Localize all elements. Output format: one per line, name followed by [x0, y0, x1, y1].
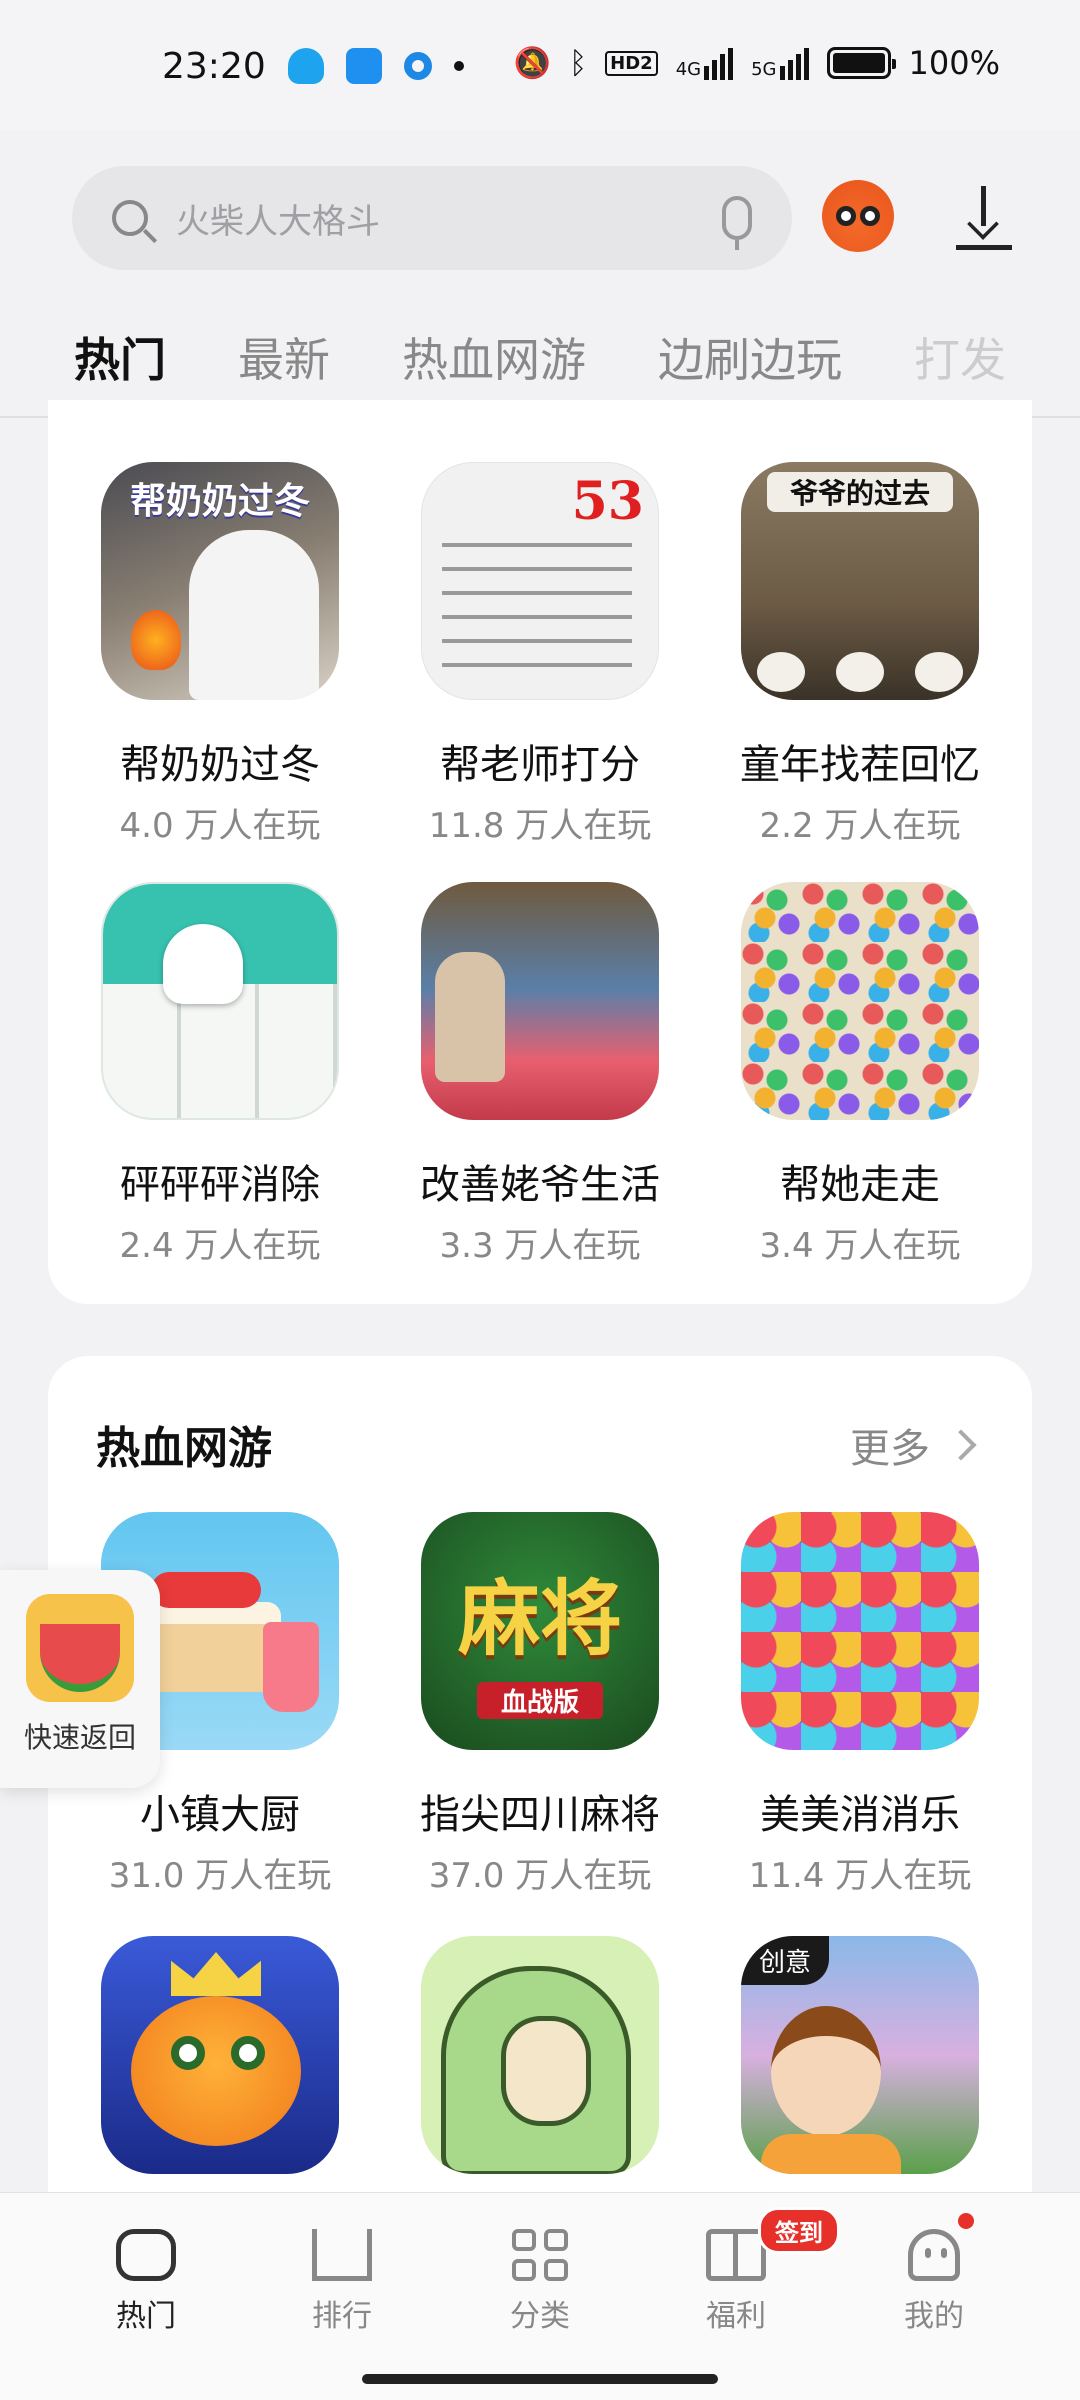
- watermelon-icon: [26, 1594, 134, 1702]
- play-count: 11.4 万人在玩: [748, 1856, 972, 1896]
- status-time: 23:20: [162, 46, 266, 87]
- game-item[interactable]: 麻将 血战版 指尖四川麻将 37.0 万人在玩: [380, 1512, 700, 1897]
- mahjong-icon: 麻将 血战版: [421, 1512, 659, 1750]
- game-name: 改善姥爷生活: [420, 1162, 660, 1208]
- nav-hot[interactable]: 热门: [76, 2229, 216, 2335]
- battery-percent: 100%: [908, 44, 1000, 82]
- play-count: 4.0 万人在玩: [119, 806, 321, 846]
- childhood-icon: 爷爷的过去: [741, 462, 979, 700]
- nav-mine[interactable]: 我的: [864, 2229, 1004, 2335]
- grandpa-life-icon: [421, 882, 659, 1120]
- browser-icon: [346, 48, 382, 84]
- qq-icon: [288, 48, 324, 84]
- game-item[interactable]: 帮奶奶过冬 帮奶奶过冬 4.0 万人在玩: [60, 462, 380, 847]
- ghost-icon: [908, 2229, 960, 2281]
- game-item[interactable]: 创意: [700, 1936, 1020, 2206]
- play-count: 11.8 万人在玩: [428, 806, 652, 846]
- play-count: 31.0 万人在玩: [108, 1856, 332, 1896]
- game-grid-card: 帮奶奶过冬 帮奶奶过冬 4.0 万人在玩 53 帮老师打分 11.8 万人在玩 …: [48, 400, 1032, 1304]
- crown-icon: [312, 2229, 372, 2281]
- gamepad-icon: [116, 2229, 176, 2281]
- mute-icon: 🔕: [513, 45, 552, 81]
- play-count: 3.3 万人在玩: [439, 1226, 641, 1266]
- game-item[interactable]: 53 帮老师打分 11.8 万人在玩: [380, 462, 700, 847]
- game-name: 砰砰砰消除: [120, 1162, 320, 1208]
- game-item[interactable]: 帮她走走 3.4 万人在玩: [700, 882, 1020, 1267]
- jelly-beans-icon: [741, 882, 979, 1120]
- ring-app-icon: [404, 52, 432, 80]
- game-name: 童年找茬回忆: [740, 742, 980, 788]
- gift-icon: [706, 2229, 766, 2281]
- signal-5g-icon: 5G: [751, 46, 809, 80]
- creative-badge: 创意: [741, 1936, 830, 1985]
- game-item[interactable]: 改善姥爷生活 3.3 万人在玩: [380, 882, 700, 1267]
- notification-dot: [958, 2213, 974, 2229]
- game-name: 美美消消乐: [760, 1792, 960, 1838]
- search-icon: [112, 200, 148, 236]
- game-name: 指尖四川麻将: [420, 1792, 660, 1838]
- grandma-winter-icon: 帮奶奶过冬: [101, 462, 339, 700]
- quick-back-label: 快速返回: [23, 1721, 136, 1754]
- girl-town-icon: 创意: [741, 1936, 979, 2174]
- sign-in-badge: 签到: [758, 2207, 840, 2254]
- candy-match-icon: [741, 1512, 979, 1750]
- nav-ranking[interactable]: 排行: [272, 2229, 412, 2335]
- section-title: 热血网游: [96, 1423, 272, 1474]
- nav-category[interactable]: 分类: [470, 2229, 610, 2335]
- battery-icon: [826, 47, 896, 79]
- game-name: 帮她走走: [780, 1162, 940, 1208]
- microphone-icon[interactable]: [722, 196, 752, 250]
- play-count: 2.4 万人在玩: [119, 1226, 321, 1266]
- game-item[interactable]: 爷爷的过去 童年找茬回忆 2.2 万人在玩: [700, 462, 1020, 847]
- status-indicators: 🔕 ᛒ HD2 4G 5G 100%: [514, 44, 1000, 82]
- avatar[interactable]: [822, 180, 894, 252]
- hd-badge: HD2: [605, 50, 658, 76]
- game-name: 小镇大厨: [140, 1792, 300, 1838]
- download-icon[interactable]: [956, 186, 1012, 250]
- more-notifications-icon: [454, 61, 464, 71]
- status-bar: 23:20 🔕 ᛒ HD2 4G 5G 100%: [0, 0, 1080, 130]
- game-item[interactable]: [60, 1936, 380, 2206]
- quick-back-button[interactable]: 快速返回: [0, 1570, 160, 1788]
- home-indicator[interactable]: [362, 2374, 718, 2384]
- game-item[interactable]: 美美消消乐 11.4 万人在玩: [700, 1512, 1020, 1897]
- notification-icons: [288, 48, 464, 84]
- grid-icon: [512, 2229, 568, 2281]
- green-dino-icon: [421, 1936, 659, 2174]
- fish-king-icon: [101, 1936, 339, 2174]
- online-games-card: 热血网游 更多 小镇大厨 31.0 万人在玩 麻将 血战版 指尖四川麻将 37.…: [48, 1356, 1032, 2256]
- search-placeholder: 火柴人大格斗: [176, 201, 380, 242]
- teacher-grade-icon: 53: [421, 462, 659, 700]
- bluetooth-icon: ᛒ: [569, 45, 588, 81]
- more-link[interactable]: 更多: [850, 1416, 977, 1474]
- chevron-right-icon: [945, 1429, 977, 1461]
- bottom-nav: 热门 排行 分类 福利 签到 我的: [0, 2192, 1080, 2400]
- game-name: 帮老师打分: [440, 742, 640, 788]
- search-bar[interactable]: 火柴人大格斗: [72, 166, 792, 270]
- game-item[interactable]: [380, 1936, 700, 2206]
- game-name: 帮奶奶过冬: [120, 742, 320, 788]
- play-count: 2.2 万人在玩: [759, 806, 961, 846]
- mahjong-tiles-icon: [101, 882, 339, 1120]
- play-count: 3.4 万人在玩: [759, 1226, 961, 1266]
- signal-4g-icon: 4G: [676, 46, 734, 80]
- game-item[interactable]: 砰砰砰消除 2.4 万人在玩: [60, 882, 380, 1267]
- play-count: 37.0 万人在玩: [428, 1856, 652, 1896]
